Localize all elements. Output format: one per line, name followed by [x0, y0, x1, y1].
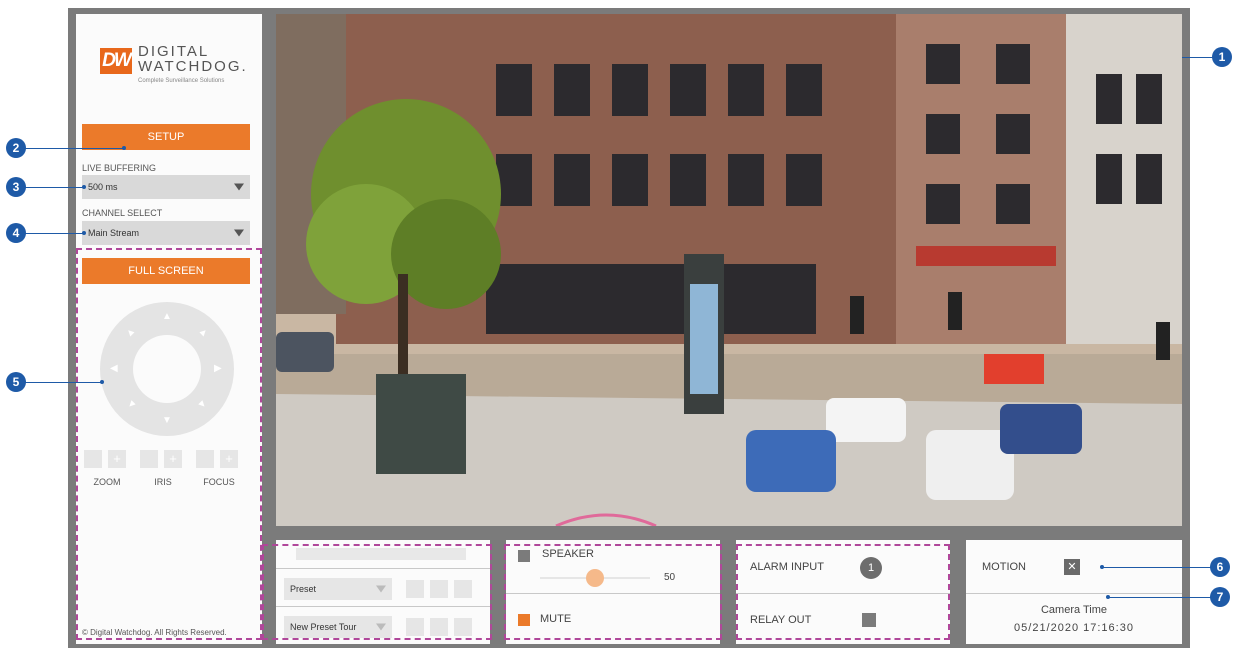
ptz-center [133, 335, 201, 403]
motion-running-icon: ✕ [1064, 559, 1080, 575]
callout-3: 3 [6, 177, 26, 197]
callout-dot [122, 146, 126, 150]
logo-line1: DIGITAL [138, 43, 210, 60]
ptz-up-icon[interactable]: ▲ [162, 312, 172, 322]
channel-select-value: Main Stream [88, 228, 140, 238]
callout-line [1102, 567, 1212, 568]
speaker-toggle[interactable] [518, 550, 530, 562]
live-buffering-label: LIVE BUFFERING [82, 163, 157, 173]
callout-dot [1106, 595, 1110, 599]
live-buffering-select[interactable]: 500 ms [82, 175, 250, 199]
ptz-joystick[interactable]: ▲ ▼ ◀ ▶ ▲ ▲ ▼ ▼ [100, 302, 234, 436]
zoom-label: ZOOM [93, 477, 121, 487]
zoom-in-button[interactable] [108, 450, 126, 468]
copyright-text: © Digital Watchdog. All Rights Reserved. [82, 628, 227, 637]
alarm-input-indicator: 1 [860, 557, 882, 579]
focus-near-button[interactable] [196, 450, 214, 468]
status-divider [966, 593, 1182, 594]
ptz-right-icon[interactable]: ▶ [214, 364, 222, 374]
logo-wordmark: DIGITAL WATCHDOG. [138, 44, 248, 74]
logo-mark: DW [100, 48, 132, 74]
focus-far-button[interactable] [220, 450, 238, 468]
audio-divider [506, 593, 720, 594]
preset-divider [276, 568, 490, 569]
alarm-input-label: ALARM INPUT [750, 561, 824, 573]
logo-tagline: Complete Surveillance Solutions [138, 78, 225, 84]
digital-watchdog-logo: DW DIGITAL WATCHDOG. Complete Surveillan… [100, 44, 246, 92]
callout-4: 4 [6, 223, 26, 243]
channel-select-label: CHANNEL SELECT [82, 208, 163, 218]
focus-label: FOCUS [203, 477, 235, 487]
ptz-down-left-icon[interactable]: ▼ [124, 397, 139, 412]
ptz-left-icon[interactable]: ◀ [110, 364, 118, 374]
dropdown-arrow-icon [234, 183, 244, 191]
volume-slider-handle[interactable] [586, 569, 604, 587]
volume-value: 50 [664, 572, 676, 583]
dropdown-arrow-icon [376, 585, 386, 593]
preset-toolbar [296, 548, 466, 560]
callout-5: 5 [6, 372, 26, 392]
mute-toggle[interactable] [518, 614, 530, 626]
dropdown-arrow-icon [234, 229, 244, 237]
ptz-up-left-icon[interactable]: ▲ [123, 325, 138, 340]
preset-go-button[interactable] [406, 580, 424, 598]
camera-time-label: Camera Time [1040, 604, 1108, 616]
callout-line [1182, 57, 1216, 58]
callout-line [24, 382, 102, 383]
speaker-label: SPEAKER [542, 548, 594, 560]
preset-select-value: Preset [290, 584, 317, 594]
preset-tour-select[interactable]: New Preset Tour [284, 616, 392, 638]
preset-tour-edit-button[interactable] [454, 618, 472, 636]
camera-time-value: 05/21/2020 17:16:30 [1014, 622, 1134, 634]
zoom-out-button[interactable] [84, 450, 102, 468]
alarm-divider [736, 593, 950, 594]
iris-open-button[interactable] [164, 450, 182, 468]
callout-2: 2 [6, 138, 26, 158]
channel-select[interactable]: Main Stream [82, 221, 250, 245]
preset-select[interactable]: Preset [284, 578, 392, 600]
preset-save-button[interactable] [430, 580, 448, 598]
callout-dot [1100, 565, 1104, 569]
callout-7: 7 [1210, 587, 1230, 607]
callout-6: 6 [1210, 557, 1230, 577]
callout-dot [100, 380, 104, 384]
preset-divider [276, 606, 490, 607]
ptz-down-icon[interactable]: ▼ [162, 416, 172, 426]
callout-dot [82, 185, 86, 189]
preset-tour-stop-button[interactable] [430, 618, 448, 636]
live-buffering-value: 500 ms [88, 182, 118, 192]
live-video-view[interactable] [276, 14, 1182, 526]
iris-close-button[interactable] [140, 450, 158, 468]
mute-label: MUTE [540, 613, 572, 625]
callout-dot [82, 231, 86, 235]
logo-line2: WATCHDOG. [138, 58, 248, 75]
callout-1: 1 [1212, 47, 1232, 67]
callout-line [24, 148, 124, 149]
relay-out-toggle[interactable] [862, 613, 876, 627]
ptz-up-right-icon[interactable]: ▲ [196, 325, 211, 340]
motion-label: MOTION [982, 561, 1026, 573]
preset-tour-select-value: New Preset Tour [290, 622, 357, 632]
callout-line [1108, 597, 1212, 598]
setup-button[interactable]: SETUP [82, 124, 250, 150]
ptz-down-right-icon[interactable]: ▼ [195, 397, 210, 412]
dropdown-arrow-icon [376, 623, 386, 631]
camera-scene-image [276, 14, 1182, 526]
full-screen-button[interactable]: FULL SCREEN [82, 258, 250, 284]
callout-line [24, 233, 84, 234]
relay-out-label: RELAY OUT [750, 614, 812, 626]
preset-tour-play-button[interactable] [406, 618, 424, 636]
audio-region [504, 544, 722, 640]
iris-label: IRIS [154, 477, 172, 487]
callout-line [24, 187, 84, 188]
preset-delete-button[interactable] [454, 580, 472, 598]
